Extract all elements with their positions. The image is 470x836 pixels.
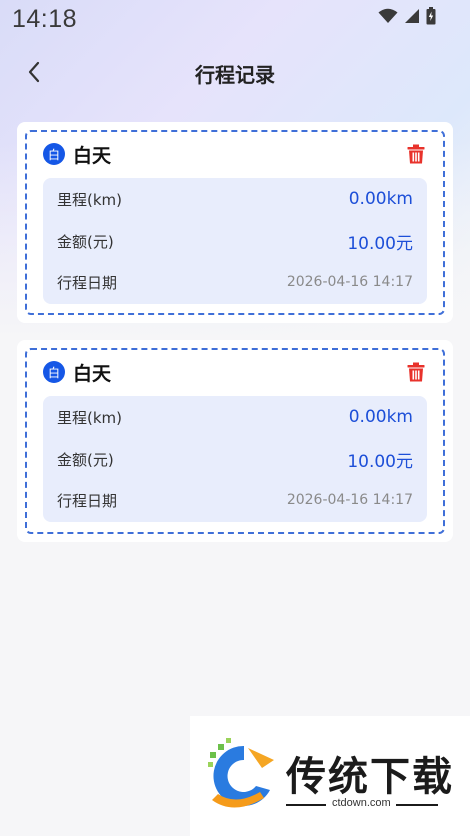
- mileage-label: 里程(km): [57, 190, 123, 209]
- mileage-value: 0.00km: [348, 407, 413, 427]
- watermark-title: 传统下载: [286, 754, 454, 800]
- status-icons: [378, 7, 436, 25]
- mileage-row: 里程(km) 0.00km: [57, 186, 413, 212]
- trip-info-box: 里程(km) 0.00km 金额(元) 10.00元 行程日期 2026-04-…: [43, 396, 427, 522]
- app-header: 行程记录: [0, 48, 470, 98]
- amount-row: 金额(元) 10.00元: [57, 228, 413, 254]
- card-dashed-border: 白 白天 里程(km) 0.00km 金额(元) 10.00元 行程日期 202…: [25, 348, 445, 534]
- mode-label: 白天: [73, 144, 112, 167]
- status-time: 14:18: [12, 5, 78, 33]
- amount-label: 金额(元): [57, 232, 114, 251]
- trash-icon: [407, 362, 425, 382]
- date-row: 行程日期 2026-04-16 14:17: [57, 487, 413, 513]
- date-value: 2026-04-16 14:17: [286, 492, 413, 508]
- signal-icon: [405, 9, 419, 23]
- battery-icon: [426, 7, 436, 25]
- mode-badge: 白: [43, 361, 65, 383]
- date-label: 行程日期: [57, 273, 118, 292]
- trash-icon: [407, 144, 425, 164]
- status-bar: 14:18: [0, 0, 470, 40]
- amount-label: 金额(元): [57, 450, 114, 469]
- trip-record-card[interactable]: 白 白天 里程(km) 0.00km 金额(元) 10.00元 行程日期 202…: [17, 340, 453, 542]
- watermark-divider: [286, 804, 326, 806]
- watermark-logo-icon: [208, 738, 274, 808]
- mileage-value: 0.00km: [348, 189, 413, 209]
- mileage-label: 里程(km): [57, 408, 123, 427]
- amount-value: 10.00元: [347, 233, 413, 254]
- date-label: 行程日期: [57, 491, 118, 510]
- trip-info-box: 里程(km) 0.00km 金额(元) 10.00元 行程日期 2026-04-…: [43, 178, 427, 304]
- mode-label: 白天: [73, 362, 112, 385]
- wifi-icon: [378, 8, 398, 23]
- date-row: 行程日期 2026-04-16 14:17: [57, 269, 413, 295]
- card-dashed-border: 白 白天 里程(km) 0.00km 金额(元) 10.00元 行程日期 202…: [25, 130, 445, 315]
- trip-record-card[interactable]: 白 白天 里程(km) 0.00km 金额(元) 10.00元 行程日期 202…: [17, 122, 453, 323]
- amount-row: 金额(元) 10.00元: [57, 446, 413, 472]
- site-watermark: 传统下载 ctdown.com: [190, 716, 470, 836]
- mileage-row: 里程(km) 0.00km: [57, 404, 413, 430]
- delete-button[interactable]: [405, 361, 427, 383]
- amount-value: 10.00元: [347, 451, 413, 472]
- delete-button[interactable]: [405, 143, 427, 165]
- mode-badge: 白: [43, 143, 65, 165]
- card-header: 白 白天: [43, 358, 427, 386]
- date-value: 2026-04-16 14:17: [286, 274, 413, 290]
- page-title: 行程记录: [195, 63, 275, 87]
- card-header: 白 白天: [43, 140, 427, 168]
- watermark-divider: [396, 804, 438, 806]
- watermark-url: ctdown.com: [332, 797, 391, 809]
